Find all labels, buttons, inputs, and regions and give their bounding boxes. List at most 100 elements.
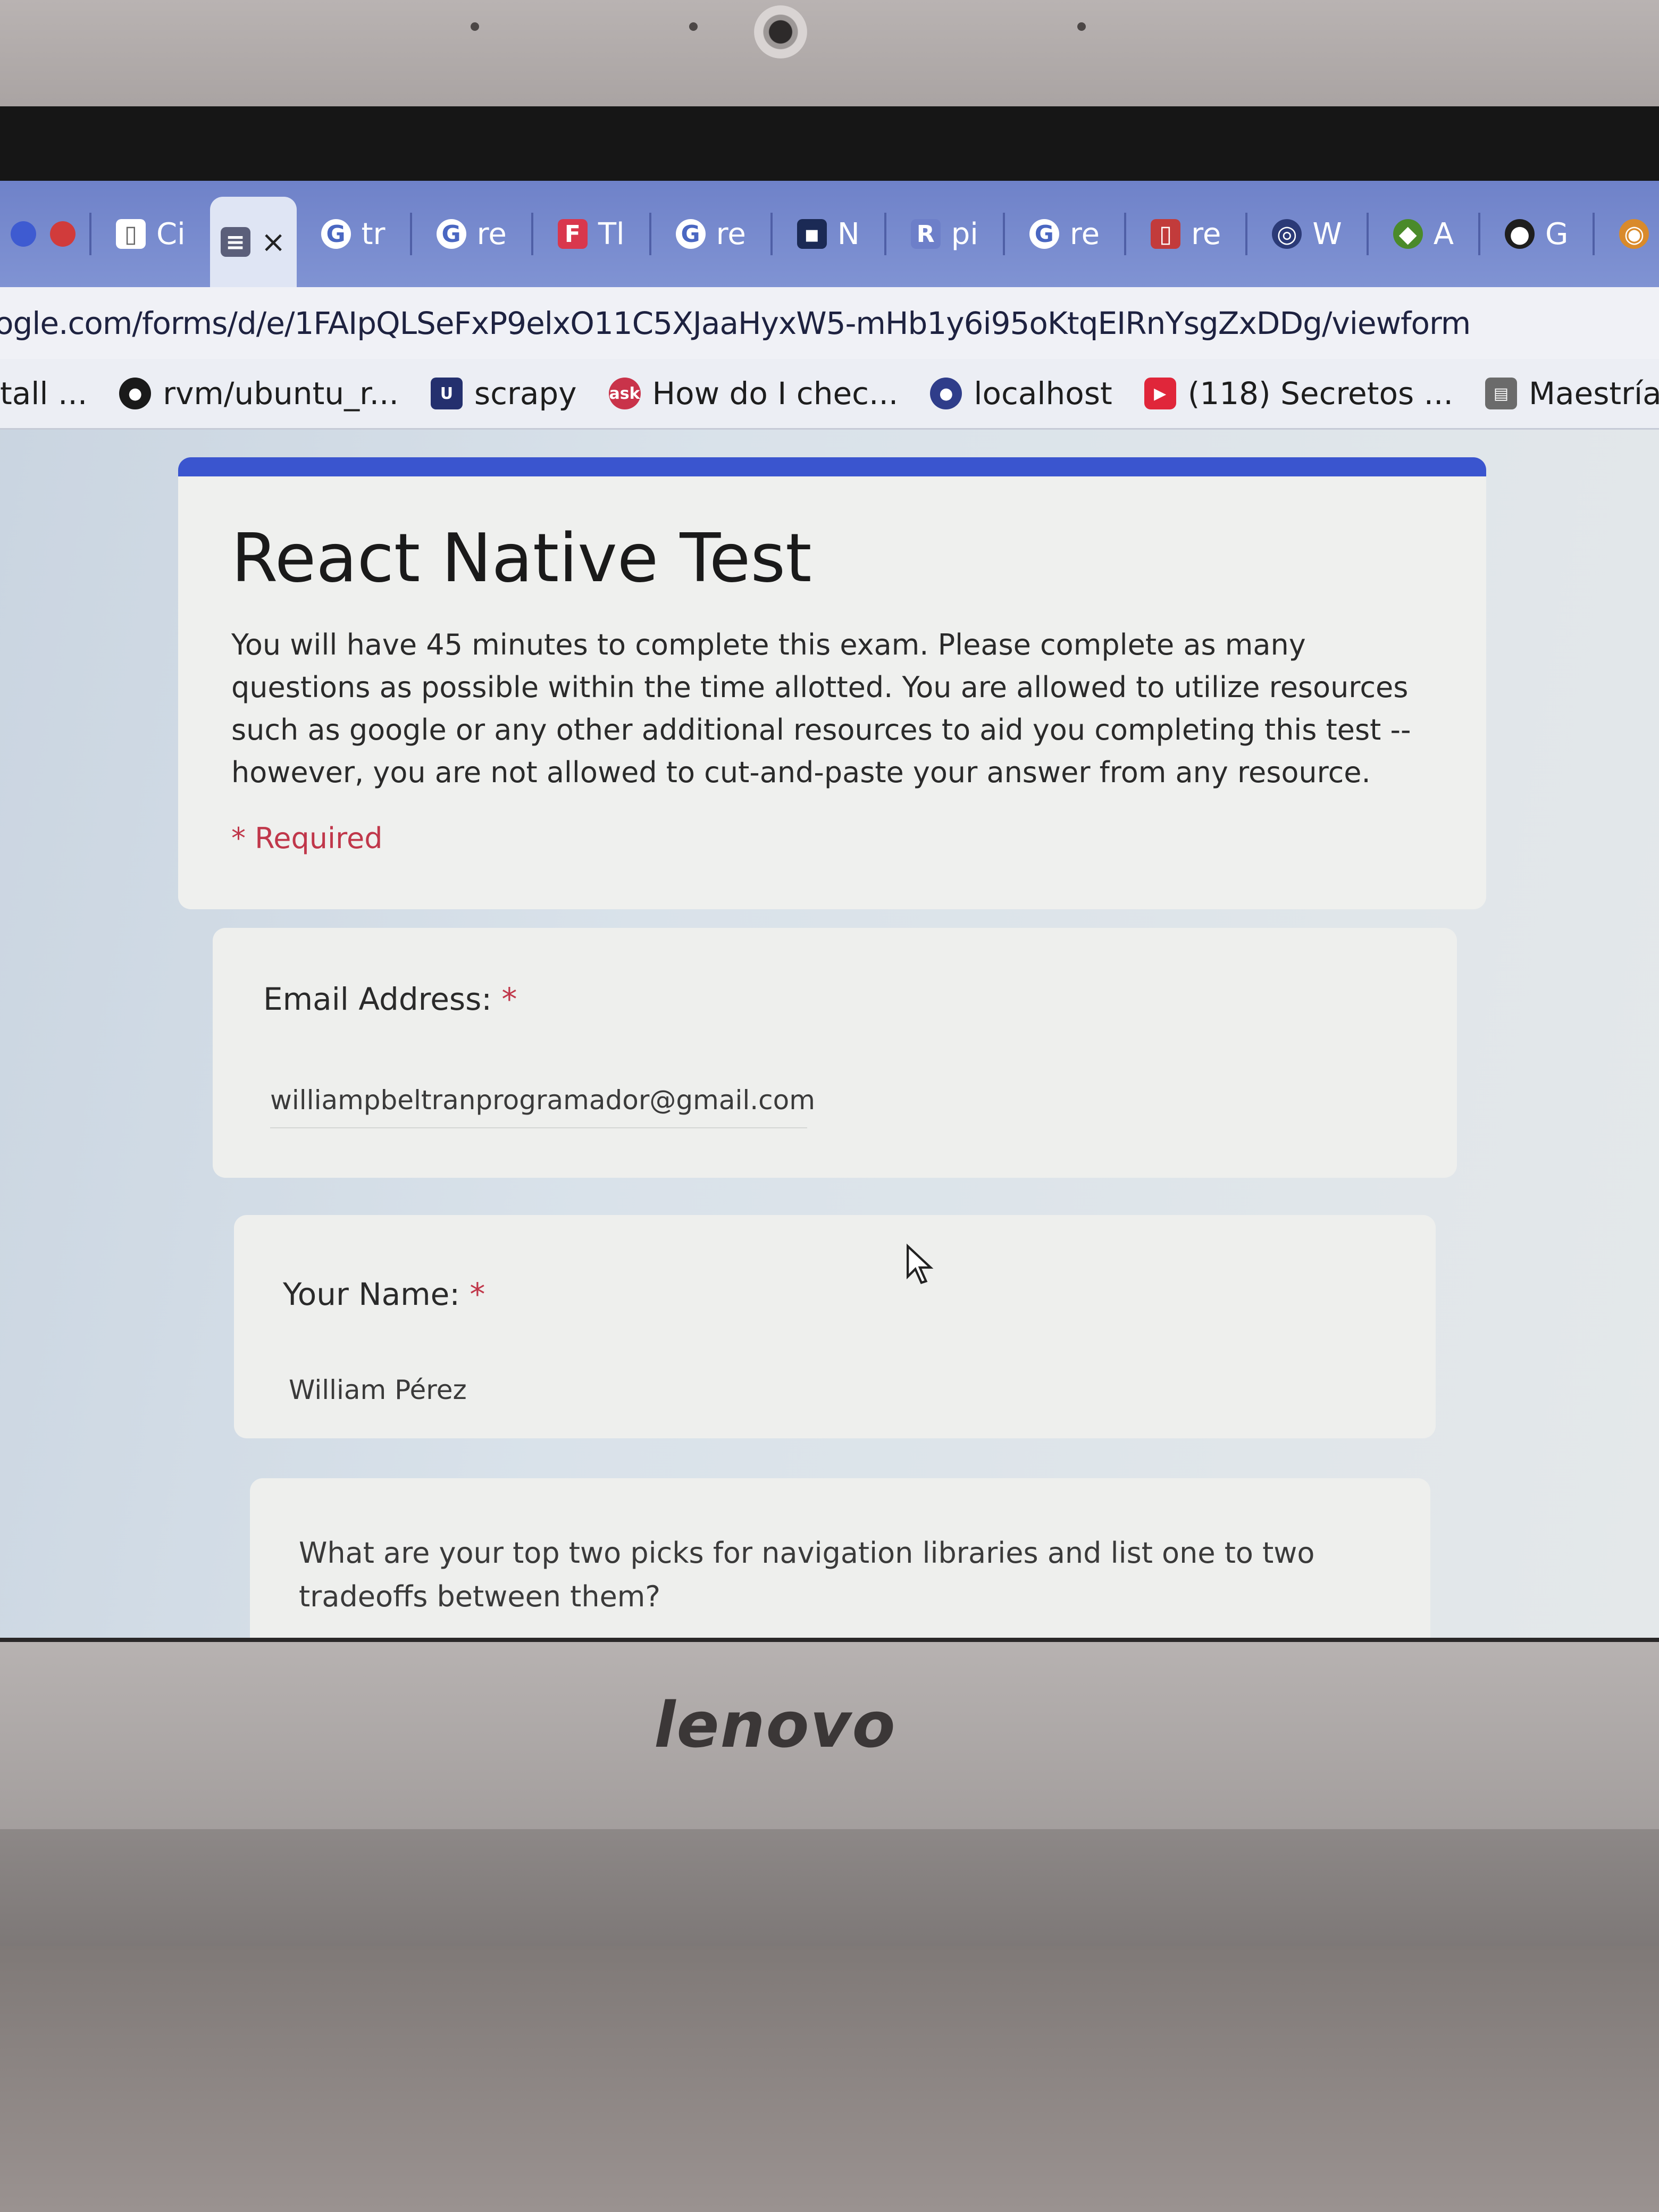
notion-icon: ▪ bbox=[797, 219, 827, 249]
tab-1[interactable]: ▯ Ci bbox=[105, 202, 196, 266]
bookmark-youtube-secretos[interactable]: ▶ (118) Secretos ... bbox=[1144, 375, 1453, 412]
bookmark-scrapy[interactable]: U scrapy bbox=[430, 375, 577, 412]
screen-frame bbox=[0, 106, 1659, 181]
address-bar[interactable]: ogle.com/forms/d/e/1FAIpQLSeFxP9elxO11C5… bbox=[0, 287, 1659, 359]
required-note: * Required bbox=[231, 822, 383, 855]
tab-label: re bbox=[1069, 216, 1100, 252]
tab-separator bbox=[1478, 213, 1481, 255]
tab-14[interactable]: ◉ cc bbox=[1608, 202, 1659, 266]
google-icon: G bbox=[675, 219, 706, 249]
question-text: Your Name: bbox=[283, 1276, 460, 1312]
google-icon: G bbox=[1029, 219, 1059, 249]
youtube-icon: ▶ bbox=[1144, 378, 1176, 409]
field-underline bbox=[270, 1127, 807, 1128]
bookmark-rvm-ubuntu[interactable]: ● rvm/ubuntu_r... bbox=[119, 375, 399, 412]
u-icon: U bbox=[430, 378, 463, 409]
bookmark-label: rvm/ubuntu_r... bbox=[163, 375, 399, 412]
ask-icon: ask bbox=[608, 378, 641, 409]
tab-label: re bbox=[716, 216, 746, 252]
tab-7[interactable]: ▪ N bbox=[786, 202, 870, 266]
lenovo-logo: lenovo bbox=[654, 1688, 896, 1762]
bookmarks-bar: tall ... ● rvm/ubuntu_r... U scrapy ask … bbox=[0, 359, 1659, 430]
email-field[interactable]: williampbeltranprogramador@gmail.com bbox=[270, 1085, 815, 1116]
tab-separator bbox=[1002, 213, 1005, 255]
bookmark-how-do-i-check[interactable]: ask How do I chec... bbox=[608, 375, 899, 412]
sensor-dot bbox=[689, 22, 698, 31]
react-icon: R bbox=[910, 219, 941, 249]
question-card-email: Email Address: * williampbeltranprograma… bbox=[213, 928, 1457, 1178]
tab-3[interactable]: G tr bbox=[311, 202, 396, 266]
tab-label: A bbox=[1433, 216, 1454, 252]
tab-6[interactable]: G re bbox=[665, 202, 757, 266]
tab-11[interactable]: ◎ W bbox=[1261, 202, 1352, 266]
document-icon: ▯ bbox=[116, 219, 146, 249]
laptop-hinge bbox=[0, 1829, 1659, 1946]
tab-bar: ▯ Ci ≡ × G tr G re F Tl G re ▪ N R pi G … bbox=[0, 181, 1659, 287]
tab-label: re bbox=[476, 216, 507, 252]
sensor-dot bbox=[471, 22, 479, 31]
bookmark-maestria[interactable]: ▤ Maestría en bbox=[1485, 375, 1659, 412]
tab-8[interactable]: R pi bbox=[900, 202, 989, 266]
tab-12[interactable]: ◆ A bbox=[1382, 202, 1464, 266]
github-icon: ● bbox=[1505, 219, 1535, 249]
question-label: Email Address: * bbox=[263, 981, 517, 1017]
tab-10[interactable]: ▯ re bbox=[1140, 202, 1231, 266]
name-field[interactable]: William Pérez bbox=[289, 1375, 467, 1405]
tab-4[interactable]: G re bbox=[426, 202, 517, 266]
web-icon: ◎ bbox=[1272, 219, 1302, 249]
bookmark-label: tall ... bbox=[0, 375, 88, 412]
tab-separator bbox=[89, 213, 91, 255]
tab-separator bbox=[531, 213, 533, 255]
bookmark-install[interactable]: tall ... bbox=[0, 375, 87, 412]
question-label: Your Name: * bbox=[283, 1276, 485, 1312]
tab-5[interactable]: F Tl bbox=[547, 202, 635, 266]
form-description: You will have 45 minutes to complete thi… bbox=[231, 628, 1411, 789]
tab-label: G bbox=[1545, 216, 1569, 252]
figma-icon: F bbox=[557, 219, 588, 249]
tab-separator bbox=[1124, 213, 1127, 255]
required-asterisk: * bbox=[501, 981, 517, 1017]
github-icon: ● bbox=[119, 378, 152, 409]
required-asterisk: * bbox=[470, 1276, 485, 1312]
form-header-card: React Native Test You will have 45 minut… bbox=[178, 457, 1486, 909]
google-icon: G bbox=[321, 219, 351, 249]
tab-separator bbox=[770, 213, 773, 255]
page-icon: ▯ bbox=[1151, 219, 1181, 249]
laptop-top-bezel bbox=[0, 0, 1659, 117]
tab-label: Tl bbox=[598, 216, 625, 252]
webcam bbox=[754, 5, 807, 58]
question-label: What are your top two picks for navigati… bbox=[299, 1531, 1341, 1619]
tab-label: tr bbox=[361, 216, 386, 252]
record-icon[interactable] bbox=[50, 221, 76, 247]
bookmark-localhost[interactable]: ● localhost bbox=[930, 375, 1112, 412]
question-text: Email Address: bbox=[263, 981, 492, 1017]
tab-separator bbox=[649, 213, 651, 255]
question-card-name: Your Name: * William Pérez bbox=[234, 1215, 1436, 1438]
app-icon[interactable] bbox=[11, 221, 36, 247]
bookmark-label: (118) Secretos ... bbox=[1187, 375, 1453, 412]
question-card-navigation: What are your top two picks for navigati… bbox=[250, 1478, 1430, 1638]
bookmark-label: How do I chec... bbox=[652, 375, 899, 412]
forms-icon: ≡ bbox=[220, 227, 250, 257]
chrome-icon: ◉ bbox=[1619, 219, 1649, 249]
tab-separator bbox=[884, 213, 886, 255]
google-icon: G bbox=[436, 219, 466, 249]
dino-icon: ◆ bbox=[1393, 219, 1423, 249]
browser-window: ▯ Ci ≡ × G tr G re F Tl G re ▪ N R pi G … bbox=[0, 181, 1659, 1638]
tab-13[interactable]: ● G bbox=[1494, 202, 1579, 266]
url-text[interactable]: ogle.com/forms/d/e/1FAIpQLSeFxP9elxO11C5… bbox=[0, 305, 1471, 341]
sensor-dot bbox=[1077, 22, 1086, 31]
tab-separator bbox=[1593, 213, 1595, 255]
tab-9[interactable]: G re bbox=[1019, 202, 1110, 266]
bookmark-label: scrapy bbox=[474, 375, 577, 412]
tab-active-forms[interactable]: ≡ × bbox=[210, 197, 297, 287]
tab-label: Ci bbox=[156, 216, 186, 252]
bookmark-label: Maestría en bbox=[1528, 375, 1659, 412]
question-text: What are your top two picks for navigati… bbox=[299, 1536, 1315, 1613]
tab-label: N bbox=[837, 216, 860, 252]
mouse-cursor-icon bbox=[907, 1243, 934, 1284]
bookmark-label: localhost bbox=[974, 375, 1112, 412]
tab-label: re bbox=[1191, 216, 1221, 252]
close-tab-icon[interactable]: × bbox=[261, 225, 286, 259]
tab-label: pi bbox=[951, 216, 978, 252]
